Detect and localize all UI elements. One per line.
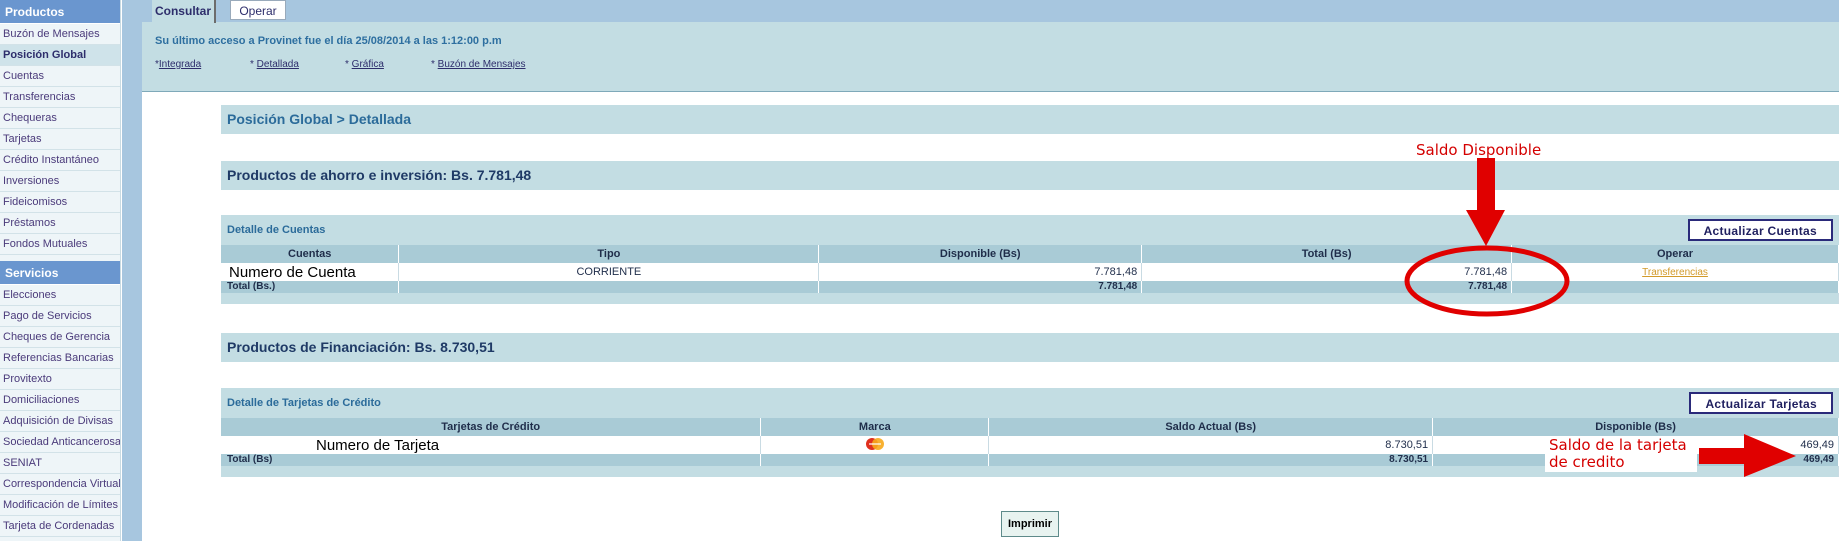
down-arrow-icon	[1466, 158, 1505, 246]
annotation-saldo-disponible: Saldo Disponible	[1416, 141, 1542, 159]
annotation-saldo-tarjeta-1: Saldo de la tarjeta	[1549, 436, 1687, 454]
right-arrow-icon	[1699, 434, 1796, 477]
highlight-ellipse	[1404, 245, 1570, 317]
annotation-box: Saldo de la tarjeta de credito	[1545, 436, 1697, 472]
annotation-saldo-tarjeta-2: de credito	[1549, 453, 1625, 471]
